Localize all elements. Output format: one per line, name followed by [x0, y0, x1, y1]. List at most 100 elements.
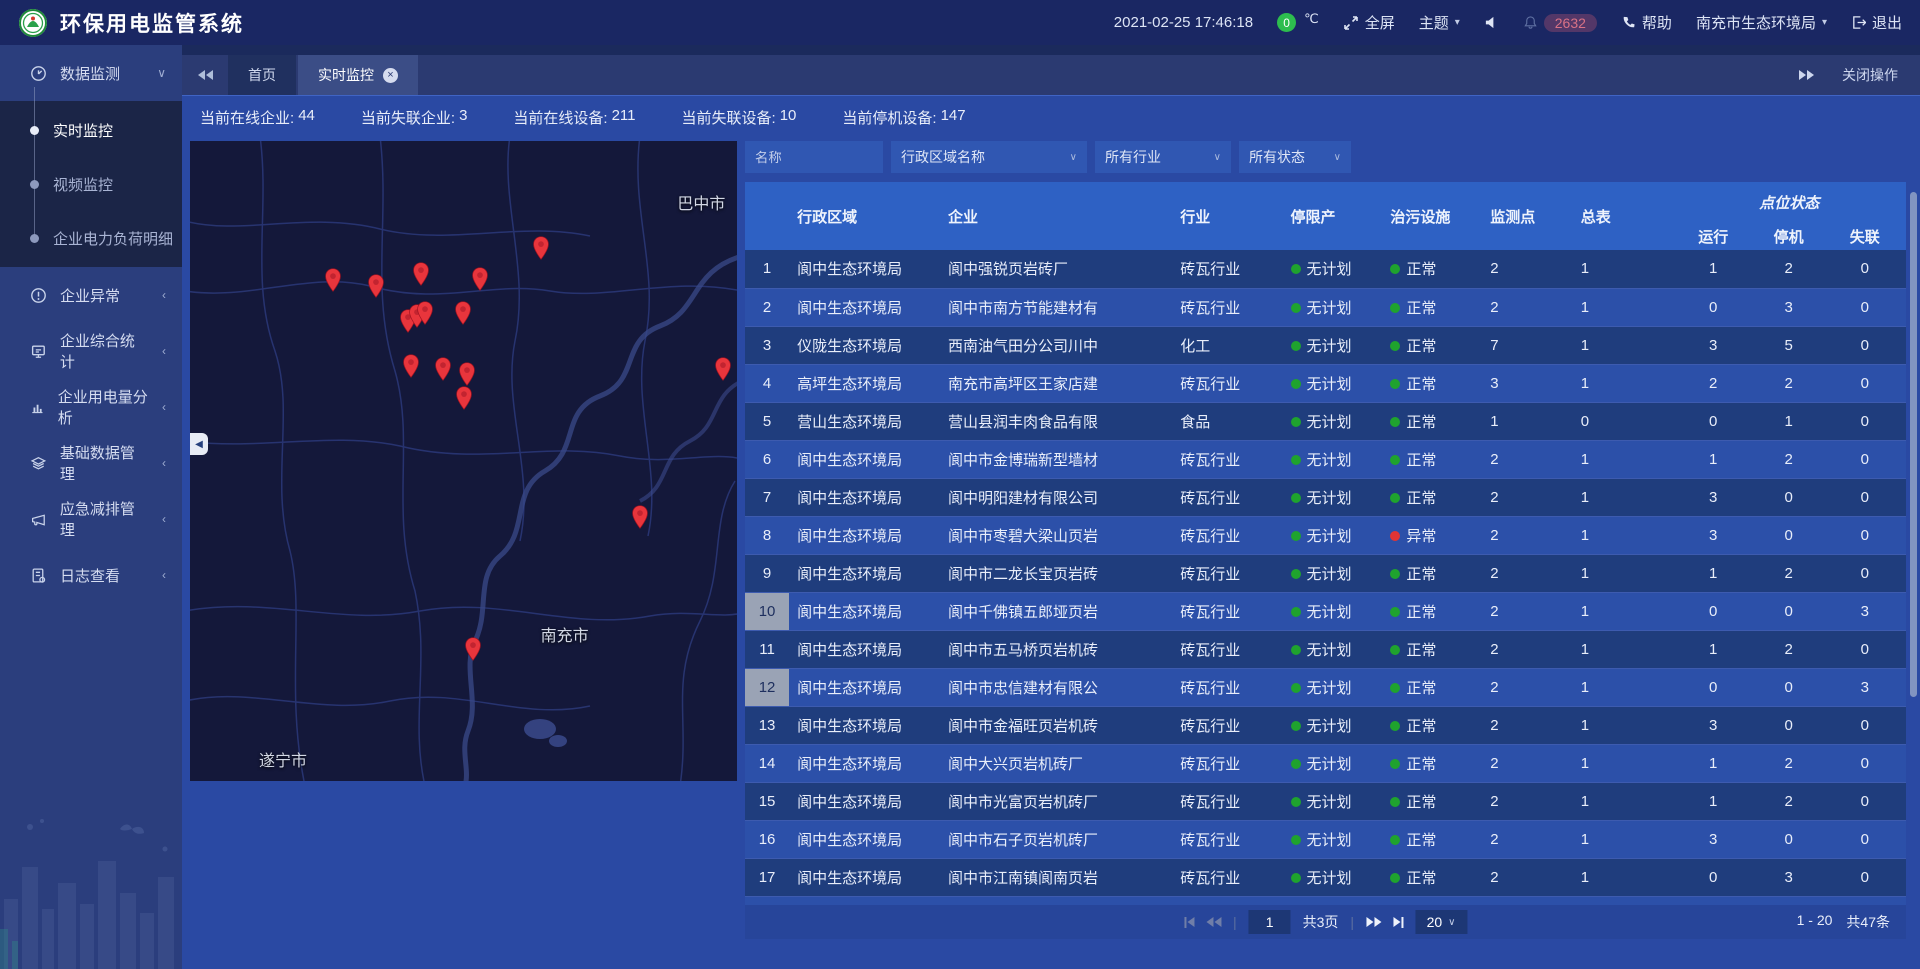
cell-region: 阆中生态环境局	[789, 706, 940, 744]
right-panel: 行政区域名称 ∨ 所有行业 ∨ 所有状态 ∨	[745, 141, 1906, 939]
table-row[interactable]: 5 营山生态环境局 营山县润丰肉食品有限 食品 无计划 正常 1 0 0 1 0	[745, 402, 1906, 440]
page-size-select[interactable]: 20 ∨	[1415, 910, 1467, 934]
stats-bar: 当前在线企业 44 当前失联企业 3 当前在线设备 211 当前失联设备 10 …	[182, 95, 1920, 139]
mute-button[interactable]	[1484, 15, 1499, 30]
cell-stop-status: 无计划	[1283, 668, 1383, 706]
sidebar-item-data-monitor[interactable]: 数据监测 ∨	[0, 45, 182, 101]
last-page-button[interactable]	[1393, 917, 1403, 928]
cell-stop-status: 无计划	[1283, 858, 1383, 896]
page-number-input[interactable]: 1	[1249, 910, 1291, 934]
help-button[interactable]: 帮助	[1621, 12, 1672, 33]
close-operations-button[interactable]: 关闭操作	[1842, 65, 1898, 85]
row-seq: 17	[745, 858, 789, 896]
sidebar-item-power-load-detail[interactable]: 企业电力负荷明细	[0, 211, 182, 265]
cell-company: 营山县润丰肉食品有限	[940, 402, 1172, 440]
name-filter-input[interactable]	[745, 141, 883, 173]
sidebar-item-log-view[interactable]: 日志查看 ‹	[0, 547, 182, 603]
logout-button[interactable]: 退出	[1851, 12, 1902, 33]
cell-region: 阆中生态环境局	[789, 592, 940, 630]
map-marker-pin[interactable]	[417, 301, 434, 325]
cell-meter-count: 0	[1573, 896, 1673, 905]
org-dropdown[interactable]: 南充市生态环境局 ▾	[1696, 12, 1827, 33]
sidebar-item-company-statistics[interactable]: 企业综合统计 ‹	[0, 323, 182, 379]
cell-lost-count: 0	[1824, 820, 1906, 858]
table-row[interactable]: 16 阆中生态环境局 阆中市石子页岩机砖厂 砖瓦行业 无计划 正常 2 1 3 …	[745, 820, 1906, 858]
close-icon[interactable]: ×	[383, 68, 398, 83]
map-marker-pin[interactable]	[456, 386, 473, 410]
tab-realtime-monitor[interactable]: 实时监控 ×	[298, 55, 418, 95]
cell-run-count: 1	[1673, 744, 1754, 782]
map-marker-pin[interactable]	[533, 236, 550, 260]
cell-region: 阆中生态环境局	[789, 782, 940, 820]
cell-stop-status: 无计划	[1283, 782, 1383, 820]
vertical-scrollbar[interactable]	[1910, 192, 1917, 697]
sidebar-item-label: 企业用电量分析	[58, 386, 149, 428]
map-area[interactable]: ◀ 巴中市南充市遂宁市	[190, 141, 737, 781]
industry-filter-select[interactable]: 所有行业 ∨	[1095, 141, 1231, 173]
tab-scroll-left-button[interactable]	[182, 55, 228, 95]
table-row[interactable]: 13 阆中生态环境局 阆中市金福旺页岩机砖 砖瓦行业 无计划 正常 2 1 3 …	[745, 706, 1906, 744]
row-seq: 4	[745, 364, 789, 402]
sidebar-item-power-usage-analysis[interactable]: 企业用电量分析 ‹	[0, 379, 182, 435]
table-row[interactable]: 4 高坪生态环境局 南充市高坪区王家店建 砖瓦行业 无计划 正常 3 1 2 2…	[745, 364, 1906, 402]
company-table: 行政区域 企业 行业 停限产 治污设施 监测点 总表 点位状态	[745, 182, 1906, 905]
region-filter-select[interactable]: 行政区域名称 ∨	[891, 141, 1087, 173]
table-row[interactable]: 3 仪陇生态环境局 西南油气田分公司川中 化工 无计划 正常 7 1 3 5 0	[745, 326, 1906, 364]
cell-industry: 砖瓦行业	[1172, 364, 1282, 402]
cell-stop-status: 无计划	[1283, 326, 1383, 364]
next-page-button[interactable]	[1366, 917, 1381, 927]
map-marker-pin[interactable]	[412, 262, 429, 286]
stat-label: 当前在线企业	[200, 107, 294, 128]
table-row[interactable]: 8 阆中生态环境局 阆中市枣碧大梁山页岩 砖瓦行业 无计划 异常 2 1 3 0…	[745, 516, 1906, 554]
table-row[interactable]: 18 南部生态环境局 南部县驰华山河有限公 建材加工 无计划 正常 6 0 0 …	[745, 896, 1906, 905]
map-marker-pin[interactable]	[402, 354, 419, 378]
status-filter-select[interactable]: 所有状态 ∨	[1239, 141, 1351, 173]
table-header: 行政区域 企业 行业 停限产 治污设施 监测点 总表 点位状态	[745, 182, 1906, 250]
table-row[interactable]: 11 阆中生态环境局 阆中市五马桥页岩机砖 砖瓦行业 无计划 正常 2 1 1 …	[745, 630, 1906, 668]
map-marker-pin[interactable]	[435, 357, 452, 381]
fullscreen-button[interactable]: 全屏	[1343, 12, 1395, 33]
cell-halt-count: 2	[1754, 440, 1824, 478]
tab-scroll-right-button[interactable]	[1799, 70, 1814, 80]
sidebar-item-realtime-monitor[interactable]: 实时监控	[0, 103, 182, 157]
sidebar-item-emergency-reduction[interactable]: 应急减排管理 ‹	[0, 491, 182, 547]
tab-label: 首页	[248, 65, 276, 85]
table-row[interactable]: 9 阆中生态环境局 阆中市二龙长宝页岩砖 砖瓦行业 无计划 正常 2 1 1 2…	[745, 554, 1906, 592]
table-row[interactable]: 10 阆中生态环境局 阆中千佛镇五郎垭页岩 砖瓦行业 无计划 正常 2 1 0 …	[745, 592, 1906, 630]
map-marker-pin[interactable]	[464, 637, 481, 661]
notifications[interactable]: 2632	[1523, 14, 1597, 32]
prev-page-button[interactable]	[1206, 917, 1221, 927]
cell-lost-count: 0	[1824, 858, 1906, 896]
map-marker-pin[interactable]	[471, 267, 488, 291]
table-row[interactable]: 12 阆中生态环境局 阆中市忠信建材有限公 砖瓦行业 无计划 正常 2 1 0 …	[745, 668, 1906, 706]
table-row[interactable]: 2 阆中生态环境局 阆中市南方节能建材有 砖瓦行业 无计划 正常 2 1 0 3…	[745, 288, 1906, 326]
map-marker-pin[interactable]	[714, 357, 731, 381]
map-marker-pin[interactable]	[632, 505, 649, 529]
map-marker-pin[interactable]	[454, 301, 471, 325]
cell-region: 高坪生态环境局	[789, 364, 940, 402]
table-row[interactable]: 6 阆中生态环境局 阆中市金博瑞新型墙材 砖瓦行业 无计划 正常 2 1 1 2…	[745, 440, 1906, 478]
status-dot	[1291, 835, 1301, 845]
table-row[interactable]: 1 阆中生态环境局 阆中强锐页岩砖厂 砖瓦行业 无计划 正常 2 1 1 2 0	[745, 250, 1906, 288]
record-range-info: 1 - 20 共47条	[1797, 912, 1906, 932]
map-marker-pin[interactable]	[324, 268, 341, 292]
map-marker-pin[interactable]	[458, 362, 475, 386]
map-marker-pin[interactable]	[367, 274, 384, 298]
sidebar-item-base-data-management[interactable]: 基础数据管理 ‹	[0, 435, 182, 491]
map-collapse-handle[interactable]: ◀	[190, 433, 208, 455]
cell-company: 南部县驰华山河有限公	[940, 896, 1172, 905]
cell-monitor-count: 7	[1482, 326, 1573, 364]
first-page-button[interactable]	[1184, 917, 1194, 928]
table-row[interactable]: 14 阆中生态环境局 阆中大兴页岩机砖厂 砖瓦行业 无计划 正常 2 1 1 2…	[745, 744, 1906, 782]
table-row[interactable]: 15 阆中生态环境局 阆中市光富页岩机砖厂 砖瓦行业 无计划 正常 2 1 1 …	[745, 782, 1906, 820]
cell-meter-count: 1	[1573, 364, 1673, 402]
table-row[interactable]: 17 阆中生态环境局 阆中市江南镇阆南页岩 砖瓦行业 无计划 正常 2 1 0 …	[745, 858, 1906, 896]
theme-dropdown[interactable]: 主题 ▾	[1419, 12, 1460, 33]
sidebar-item-company-abnormal[interactable]: 企业异常 ‹	[0, 267, 182, 323]
cell-industry: 砖瓦行业	[1172, 592, 1282, 630]
tab-home[interactable]: 首页	[228, 55, 296, 95]
sidebar-item-video-monitor[interactable]: 视频监控	[0, 157, 182, 211]
cell-run-count: 2	[1673, 364, 1754, 402]
table-row[interactable]: 7 阆中生态环境局 阆中明阳建材有限公司 砖瓦行业 无计划 正常 2 1 3 0…	[745, 478, 1906, 516]
cell-region: 阆中生态环境局	[789, 516, 940, 554]
